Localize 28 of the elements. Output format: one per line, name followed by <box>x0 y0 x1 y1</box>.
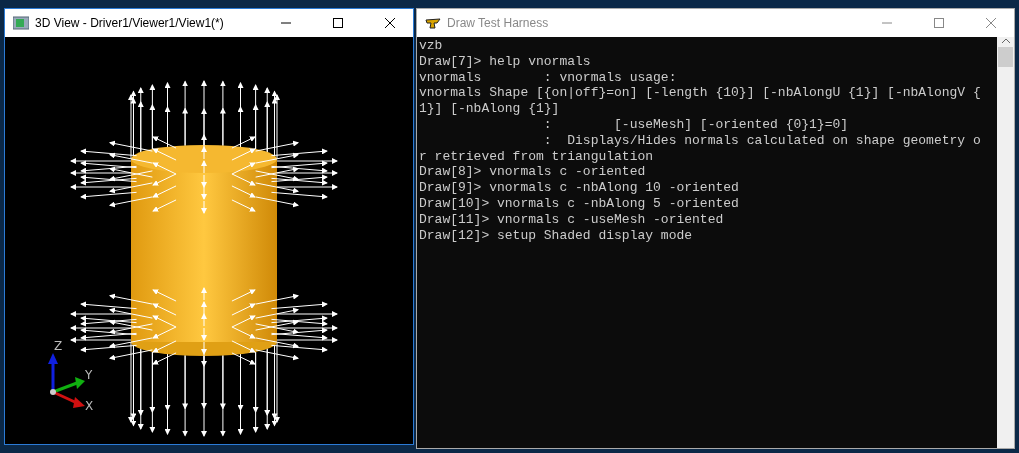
app-icon <box>425 16 441 30</box>
window-title: Draw Test Harness <box>447 15 550 32</box>
axis-triad-icon <box>48 353 85 408</box>
scroll-up-icon[interactable] <box>1000 37 1011 45</box>
axis-label: Y <box>85 368 93 382</box>
maximize-icon <box>933 17 945 29</box>
console-line: 1}] [-nbAlong {1}] <box>419 101 561 117</box>
console-line: vzb <box>419 38 444 54</box>
console-line: Draw[10]> vnormals c -nbAlong 5 -oriented <box>419 195 740 212</box>
console-line: : Displays/Hides normals calculated on shape geometry o <box>542 132 982 149</box>
app-icon <box>13 16 29 30</box>
close-icon <box>985 17 997 29</box>
console-line: Draw[12]> setup Shaded display mode <box>419 227 694 244</box>
scrollbar[interactable] <box>997 37 1014 448</box>
axis-label: Z <box>54 339 63 353</box>
console-line: r retrieved from triangulation <box>419 148 655 165</box>
console-line: : [-useMesh] [-oriented {0}1}=0] <box>542 117 850 133</box>
close-icon <box>384 17 396 29</box>
maximize-icon <box>332 17 344 29</box>
console-line: Draw[8]> vnormals c -oriented <box>419 164 647 181</box>
console-line: vnormals Shape [{on|off}=on] [-length {10}] [-nbAlongU {1}] [-nbAlongV { <box>419 85 982 102</box>
console-line: vnormals : vnormals usage: <box>419 69 678 86</box>
window-title: 3D View - Driver1/Viewer1/View1(*) <box>35 15 225 32</box>
console-line: Draw[9]> vnormals c -nbAlong 10 -oriented <box>419 180 740 196</box>
console-line: Draw[11]> vnormals c -useMesh -oriented <box>419 211 725 228</box>
axis-label: X <box>85 399 94 413</box>
scroll-thumb[interactable] <box>998 47 1013 67</box>
console-line: Draw[7]> help vnormals <box>419 53 592 70</box>
